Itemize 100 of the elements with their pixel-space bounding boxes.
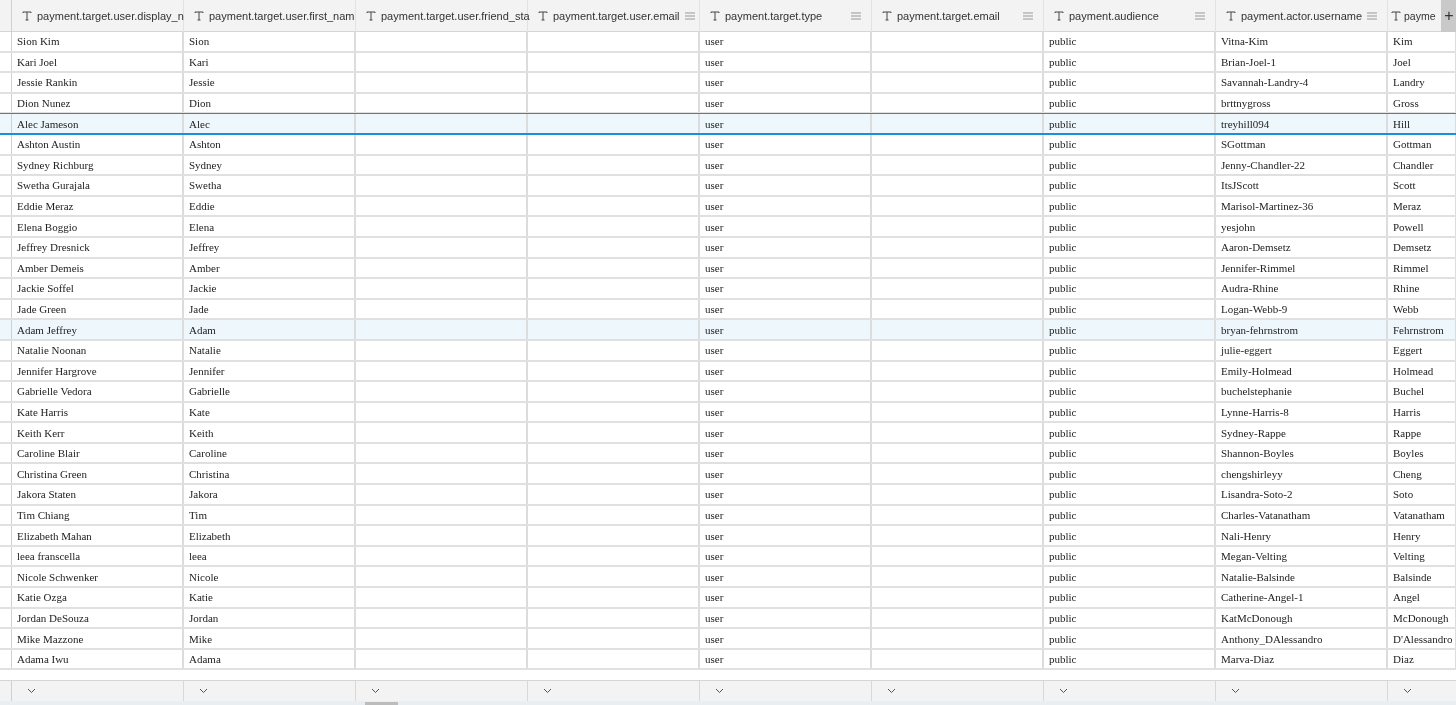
table-cell: Savannah-Landry-4 (1221, 76, 1309, 89)
table-cell: Adam (189, 323, 216, 336)
chevron-down-icon[interactable] (1059, 688, 1068, 694)
table-row[interactable]: Eddie Meraz Eddie user public Marisol-Martinez-36 Meraz (0, 196, 1456, 218)
table-cell: Christina (189, 467, 230, 480)
table-cell: Nali-Henry (1221, 529, 1272, 542)
table-cell: bryan-fehrnstrom (1221, 323, 1298, 336)
add-column-button[interactable]: + (1441, 0, 1456, 32)
table-cell: Cheng (1393, 467, 1422, 480)
table-row[interactable]: Jakora Staten Jakora user public Lisandra-Soto-2 Soto (0, 485, 1456, 506)
table-cell: Jakora Staten (17, 488, 76, 501)
table-row[interactable]: Elizabeth Mahan Elizabeth user public Nali-Henry Henry (0, 526, 1456, 547)
table-cell: user (705, 241, 724, 254)
table-cell: public (1049, 158, 1077, 171)
table-cell: public (1049, 385, 1077, 398)
column-header[interactable]: payment.target.email (872, 0, 1043, 32)
table-cell: Brian-Joel-1 (1221, 55, 1276, 68)
chevron-down-icon[interactable] (1403, 688, 1412, 694)
table-cell: user (705, 344, 724, 357)
table-row[interactable]: leea franscella leea user public Megan-Velting Velting (0, 546, 1456, 568)
table-row[interactable]: Adama Iwu Adama user public Marva-Diaz Diaz (0, 649, 1456, 671)
column-header[interactable]: payment.audience (1044, 0, 1215, 32)
table-cell: Katie Ozga (17, 591, 67, 604)
table-row[interactable]: Kari Joel Kari user public Brian-Joel-1 Joel (0, 52, 1456, 74)
table-cell: public (1049, 97, 1077, 110)
table-row[interactable]: Caroline Blair Caroline user public Shannon-Boyles Boyles (0, 443, 1456, 465)
table-row[interactable]: Sion Kim Sion user public Vitna-Kim Kim (0, 32, 1456, 53)
column-header[interactable]: payme (1388, 0, 1441, 32)
column-header[interactable]: payment.target.user.first_nam (184, 0, 355, 32)
table-cell: public (1049, 426, 1077, 439)
table-cell: Jessie (189, 76, 215, 89)
table-row[interactable]: Natalie Noonan Natalie user public julie-eggert Eggert (0, 340, 1456, 362)
table-cell: Sion (189, 35, 210, 48)
table-cell: user (705, 385, 724, 398)
table-row[interactable]: Gabrielle Vedora Gabrielle user public buchelstephanie Buchel (0, 382, 1456, 403)
table-row[interactable]: Jeffrey Dresnick Jeffrey user public Aaron-Demsetz Demsetz (0, 237, 1456, 259)
table-cell: public (1049, 35, 1077, 48)
table-row[interactable]: Nicole Schwenker Nicole user public Natalie-Balsinde Balsinde (0, 567, 1456, 589)
table-cell: user (705, 364, 724, 377)
table-row[interactable]: Elena Boggio Elena user public yesjohn Powell (0, 217, 1456, 238)
table-row[interactable]: Adam Jeffrey Adam user public bryan-fehrnstrom Fehrnstrom (0, 320, 1456, 341)
table-cell: Jade Green (17, 303, 67, 315)
table-row[interactable]: Mike Mazzone Mike user public Anthony_DAlessandro D'Alessandro (0, 629, 1456, 650)
table-cell: Rappe (1393, 426, 1422, 439)
column-header[interactable]: payment.target.user.display_n (12, 0, 183, 32)
table-row[interactable]: Christina Green Christina user public chengshirleyy Cheng (0, 464, 1456, 486)
chevron-down-icon[interactable] (1231, 688, 1240, 694)
table-row[interactable]: Amber Demeis Amber user public Jennifer-Rimmel Rimmel (0, 258, 1456, 280)
table-cell: public (1049, 406, 1077, 418)
table-cell: Jordan DeSouza (17, 611, 89, 624)
table-cell: Natalie-Balsinde (1221, 570, 1295, 583)
table-cell: public (1049, 138, 1077, 151)
chevron-down-icon[interactable] (887, 688, 896, 694)
chevron-down-icon[interactable] (543, 688, 552, 694)
scrollbar-thumb[interactable] (365, 702, 398, 705)
table-row[interactable]: Jordan DeSouza Jordan user public KatMcDonough McDonough (0, 608, 1456, 630)
table-cell: Adam Jeffrey (17, 323, 77, 336)
table-cell: Mike (189, 632, 213, 645)
table-cell: Catherine-Angel-1 (1221, 591, 1304, 604)
table-row[interactable]: Sydney Richburg Sydney user public Jenny-Chandler-22 Chandler (0, 155, 1456, 177)
table-cell: Elena (189, 220, 215, 233)
table-cell: Sydney (189, 158, 222, 171)
table-cell: Keith Kerr (17, 426, 65, 439)
table-row[interactable]: Jessie Rankin Jessie user public Savannah-Landry-4 Landry (0, 73, 1456, 94)
table-cell: public (1049, 220, 1077, 233)
table-cell: Vitna-Kim (1221, 35, 1268, 48)
table-cell: Jennifer (189, 364, 225, 377)
table-cell: Jennifer Hargrove (17, 364, 97, 377)
table-row[interactable]: Jackie Soffel Jackie user public Audra-Rhine Rhine (0, 279, 1456, 300)
table-cell: Sydney Richburg (17, 158, 94, 171)
table-row[interactable]: Kate Harris Kate user public Lynne-Harris-8 Harris (0, 402, 1456, 424)
table-row[interactable]: Katie Ozga Katie user public Catherine-Angel-1 Angel (0, 588, 1456, 609)
table-cell: user (705, 632, 724, 645)
table-cell: Angel (1393, 591, 1420, 604)
table-cell: Katie (189, 591, 213, 604)
table-cell: Landry (1393, 76, 1425, 89)
chevron-down-icon[interactable] (371, 688, 380, 694)
column-header[interactable]: payment.target.type (700, 0, 871, 32)
table-cell: Alec (189, 117, 210, 130)
table-cell: public (1049, 550, 1077, 563)
table-row[interactable]: Swetha Gurajala Swetha user public ItsJScott Scott (0, 176, 1456, 197)
table-cell: Megan-Velting (1221, 550, 1287, 563)
table-cell: Alec Jameson (17, 117, 79, 130)
table-row[interactable]: Alec Jameson Alec user public treyhill094 Hill (0, 113, 1456, 135)
table-cell: Natalie (189, 344, 221, 357)
table-cell: public (1049, 200, 1077, 213)
chevron-down-icon[interactable] (199, 688, 208, 694)
table-cell: Kari Joel (17, 55, 57, 68)
chevron-down-icon[interactable] (715, 688, 724, 694)
table-row[interactable]: Keith Kerr Keith user public Sydney-Rappe Rappe (0, 423, 1456, 444)
table-row[interactable]: Ashton Austin Ashton user public SGottman Gottman (0, 134, 1456, 156)
table-cell: public (1049, 653, 1077, 666)
table-row[interactable]: Jennifer Hargrove Jennifer user public Emily-Holmead Holmead (0, 361, 1456, 383)
table-cell: Caroline Blair (17, 447, 80, 460)
table-cell: ItsJScott (1221, 179, 1259, 192)
table-row[interactable]: Tim Chiang Tim user public Charles-Vatanatham Vatanatham (0, 505, 1456, 527)
table-cell: Adama Iwu (17, 653, 69, 666)
table-cell: user (705, 426, 724, 439)
chevron-down-icon[interactable] (27, 688, 36, 694)
column-header[interactable]: payment.actor.username (1216, 0, 1387, 32)
